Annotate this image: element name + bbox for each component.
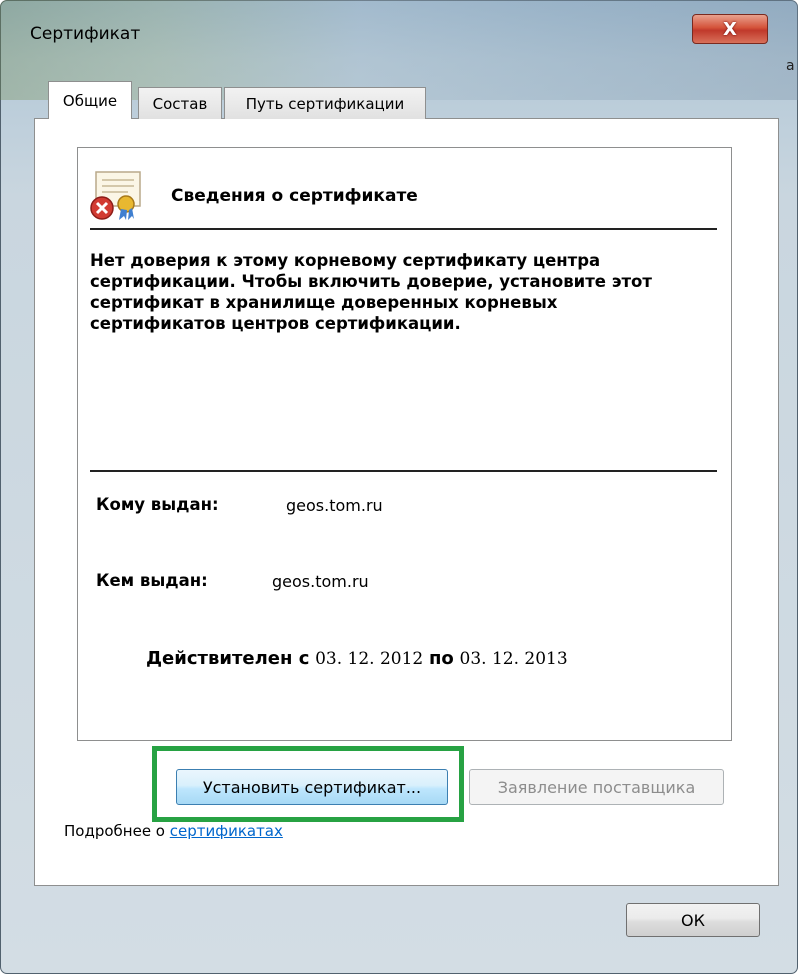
issued-by-label: Кем выдан:	[96, 571, 208, 590]
issued-by-value: geos.tom.ru	[272, 572, 369, 591]
validity-row: Действителен с 03. 12. 2012 по 03. 12. 2…	[146, 648, 568, 669]
certificate-info-heading: Сведения о сертификате	[171, 186, 418, 206]
certificates-link[interactable]: сертификатах	[170, 822, 283, 840]
more-info-prefix: Подробнее о	[64, 822, 170, 840]
close-icon: X	[723, 18, 737, 40]
install-certificate-button[interactable]: Установить сертификат...	[176, 769, 448, 805]
untrusted-certificate-icon	[90, 171, 141, 220]
divider	[90, 228, 717, 230]
valid-to-label: по	[429, 648, 454, 669]
valid-from-date: 03. 12. 2012	[315, 649, 424, 669]
tab-general[interactable]: Общие	[48, 81, 132, 119]
valid-from-label: Действителен с	[146, 648, 310, 669]
close-button[interactable]: X	[692, 14, 768, 44]
valid-to-date: 03. 12. 2013	[459, 649, 568, 669]
tab-details[interactable]: Состав	[138, 87, 222, 119]
issued-to-label: Кому выдан:	[96, 495, 219, 514]
issued-to-value: geos.tom.ru	[286, 496, 383, 515]
trust-warning-text: Нет доверия к этому корневому сертификат…	[90, 251, 652, 333]
background-edge-text: a	[786, 58, 795, 74]
more-info-text: Подробнее о сертификатах	[64, 822, 283, 840]
tab-certification-path[interactable]: Путь сертификации	[224, 87, 426, 119]
window-title: Сертификат	[30, 24, 141, 44]
issuer-statement-button[interactable]: Заявление поставщика	[469, 769, 724, 805]
ok-button[interactable]: ОК	[626, 903, 760, 937]
divider	[90, 470, 717, 472]
